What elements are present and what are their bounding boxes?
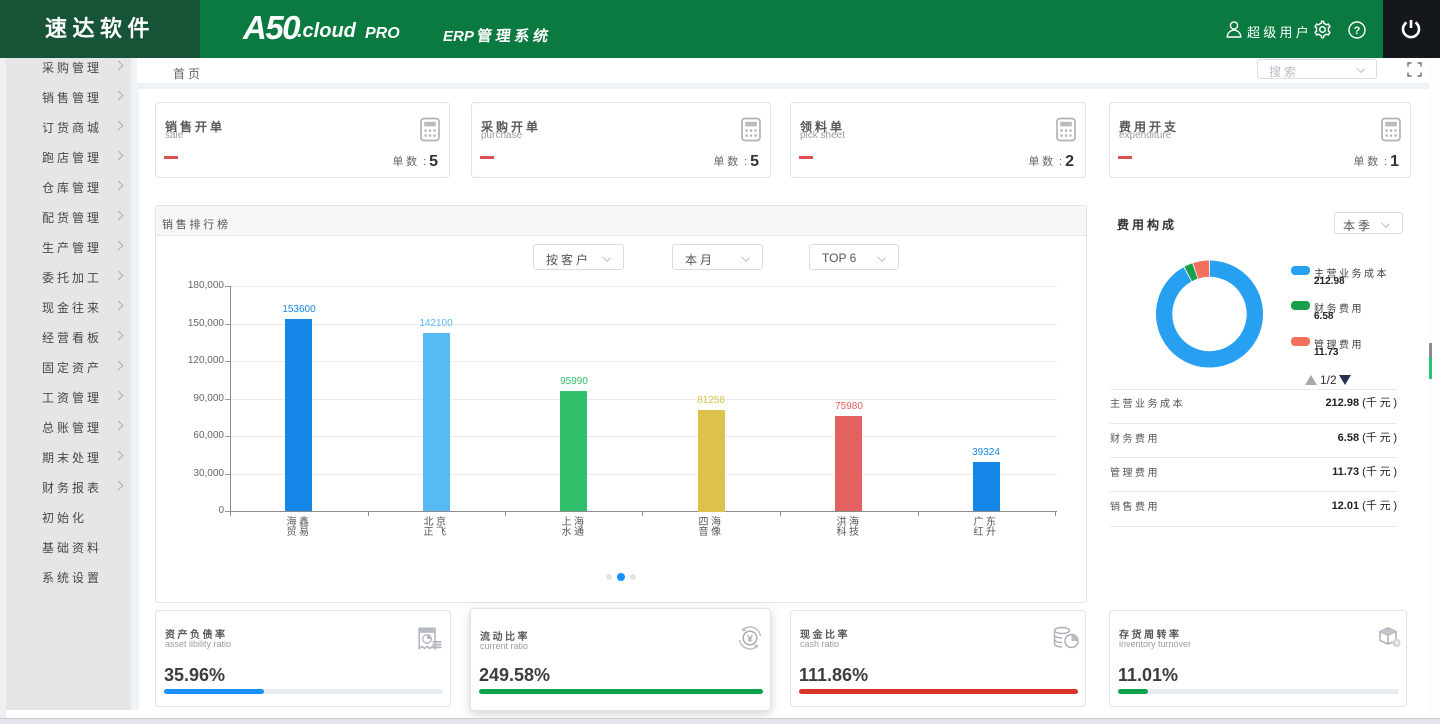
svg-text:¥: ¥ <box>747 633 753 645</box>
svg-text:?: ? <box>1354 25 1361 37</box>
